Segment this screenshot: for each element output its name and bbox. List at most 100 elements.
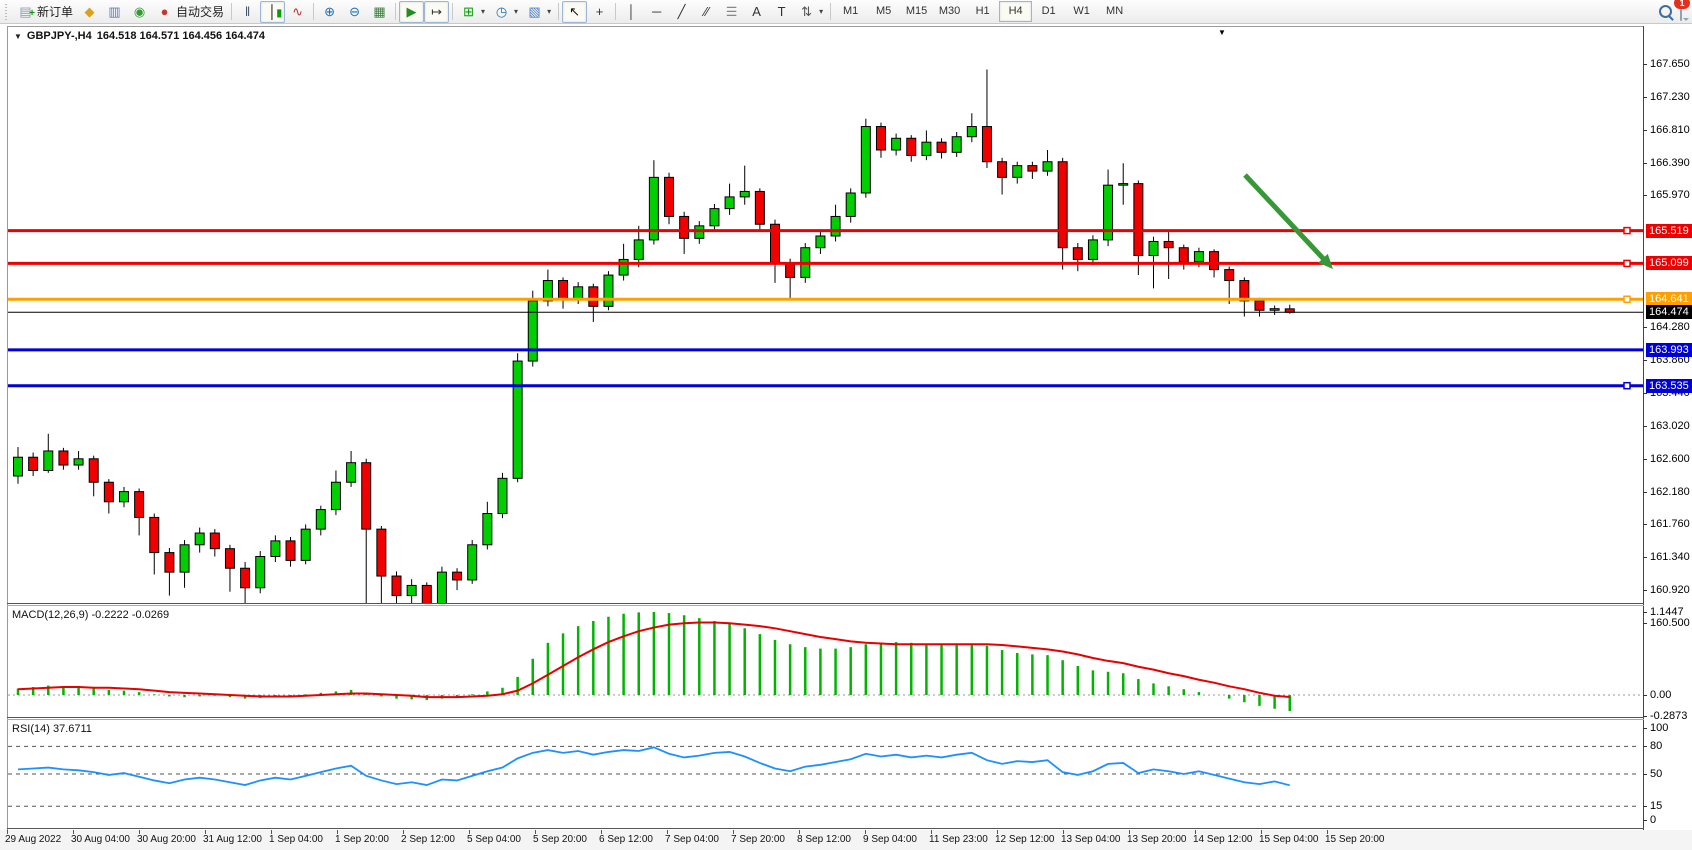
bars-icon: ‖ [239, 3, 256, 20]
label-button[interactable]: T [769, 1, 794, 23]
hline-icon: ─ [648, 3, 665, 20]
periods-button[interactable]: ◷▾ [489, 1, 522, 23]
toolbar-separator [830, 3, 831, 20]
news-button[interactable]: ▥ [102, 1, 127, 23]
axis-tick [1643, 623, 1647, 624]
chat-button[interactable]: 1 [1680, 3, 1682, 21]
pane-separator[interactable] [7, 717, 1644, 718]
axis-tick [1643, 557, 1647, 558]
time-label: 14 Sep 12:00 [1193, 834, 1253, 845]
crosshair-button[interactable]: + [587, 1, 612, 23]
chart-shift-icon: ↦ [428, 3, 445, 20]
time-axis[interactable]: 29 Aug 202230 Aug 04:0030 Aug 20:0031 Au… [0, 830, 1692, 850]
axis-tick [1643, 393, 1647, 394]
axis-tick [1643, 590, 1647, 591]
axis-tick [1643, 64, 1647, 65]
hline-button[interactable]: ─ [644, 1, 669, 23]
auto-scroll-button[interactable]: ▶ [399, 1, 424, 23]
main-chart-canvas[interactable] [8, 27, 1643, 603]
candle [483, 514, 492, 545]
candle [225, 549, 234, 569]
candle [59, 451, 68, 465]
trendline-button[interactable]: ╱ [669, 1, 694, 23]
time-label: 9 Sep 04:00 [863, 834, 917, 845]
axis-tick [1643, 492, 1647, 493]
indicators-button[interactable]: ⊞▾ [456, 1, 489, 23]
candle [1134, 184, 1143, 256]
axis-tick [1643, 746, 1647, 747]
fibonacci-button[interactable]: ☰ [719, 1, 744, 23]
arrows-button[interactable]: ⇅▾ [794, 1, 827, 23]
chart-shift-button[interactable]: ↦ [424, 1, 449, 23]
timeframe-button-d1[interactable]: D1 [1032, 1, 1065, 22]
rsi-tick-label: 80 [1650, 740, 1662, 752]
down-arrow-annotation [1245, 175, 1326, 262]
templates-button[interactable]: ▧▾ [522, 1, 555, 23]
candle [180, 545, 189, 572]
price-tick-label: 162.600 [1650, 453, 1690, 465]
vline-button[interactable]: │ [619, 1, 644, 23]
time-label: 1 Sep 20:00 [335, 834, 389, 845]
timeframe-button-h1[interactable]: H1 [966, 1, 999, 22]
zoom-out-button[interactable]: ⊖ [342, 1, 367, 23]
toolbar-separator [231, 3, 232, 20]
toolbar: ▤+新订单◆▥◉●自动交易 ‖│▮∿ ⊕⊖▦ ▶↦ ⊞▾◷▾▧▾ ↖+ │─╱⁄⁄☰AT⇅▾… [0, 0, 1692, 24]
time-label: 7 Sep 20:00 [731, 834, 785, 845]
candle [1073, 248, 1082, 260]
axis-tick [1643, 195, 1647, 196]
candle [150, 517, 159, 552]
text-button[interactable]: A [744, 1, 769, 23]
timeframe-button-m5[interactable]: M5 [867, 1, 900, 22]
rsi-tick-label: 100 [1650, 722, 1668, 734]
price-tick-label: 166.390 [1650, 157, 1690, 169]
zoom-in-button[interactable]: ⊕ [317, 1, 342, 23]
dropdown-arrow-icon[interactable]: ▾ [514, 7, 518, 16]
candle [1210, 252, 1219, 270]
rsi-chart-canvas[interactable] [8, 720, 1643, 828]
autotrade-icon: ● [156, 3, 173, 20]
timeframe-button-mn[interactable]: MN [1098, 1, 1131, 22]
line-chart-button[interactable]: ∿ [285, 1, 310, 23]
cursor-button[interactable]: ↖ [562, 1, 587, 23]
price-line-label: 163.535 [1646, 379, 1692, 393]
axis-tick [1643, 774, 1647, 775]
candle [407, 585, 416, 595]
crosshair-icon: + [591, 3, 608, 20]
dropdown-arrow-icon[interactable]: ▾ [547, 7, 551, 16]
candle [574, 287, 583, 299]
channel-button[interactable]: ⁄⁄ [694, 1, 719, 23]
macd-tick-label: -0.2873 [1650, 710, 1687, 722]
price-axis[interactable]: 167.650167.230166.810166.390165.970164.2… [1643, 24, 1692, 830]
styler-button[interactable]: ◆ [77, 1, 102, 23]
candle [998, 162, 1007, 178]
new-order-button[interactable]: ▤+新订单 [13, 1, 77, 23]
time-label: 5 Sep 04:00 [467, 834, 521, 845]
signals-button[interactable]: ◉ [127, 1, 152, 23]
axis-tick [1643, 716, 1647, 717]
candlestick-button[interactable]: │▮ [260, 1, 285, 23]
dropdown-arrow-icon[interactable]: ▾ [819, 7, 823, 16]
timeframe-button-m1[interactable]: M1 [834, 1, 867, 22]
candle [271, 541, 280, 557]
tile-windows-button[interactable]: ▦ [367, 1, 392, 23]
timeframe-button-w1[interactable]: W1 [1065, 1, 1098, 22]
candle [665, 177, 674, 216]
time-label: 15 Sep 04:00 [1259, 834, 1319, 845]
candle [604, 275, 613, 306]
dropdown-arrow-icon[interactable]: ▾ [481, 7, 485, 16]
blue-chart-icon: ▥ [106, 3, 123, 20]
autotrade-button[interactable]: ●自动交易 [152, 1, 228, 23]
candle [14, 457, 23, 476]
pane-separator [7, 828, 1644, 829]
timeframe-button-m15[interactable]: M15 [900, 1, 933, 22]
bar-chart-button[interactable]: ‖ [235, 1, 260, 23]
time-label: 15 Sep 20:00 [1325, 834, 1385, 845]
axis-tick [1643, 459, 1647, 460]
notification-badge: 1 [1674, 0, 1690, 9]
pane-separator[interactable] [7, 603, 1644, 604]
timeframe-button-h4[interactable]: H4 [999, 1, 1032, 22]
timeframe-button-m30[interactable]: M30 [933, 1, 966, 22]
macd-chart-canvas[interactable] [8, 606, 1643, 717]
search-icon[interactable] [1659, 5, 1672, 18]
price-line-label: 164.641 [1646, 292, 1692, 306]
